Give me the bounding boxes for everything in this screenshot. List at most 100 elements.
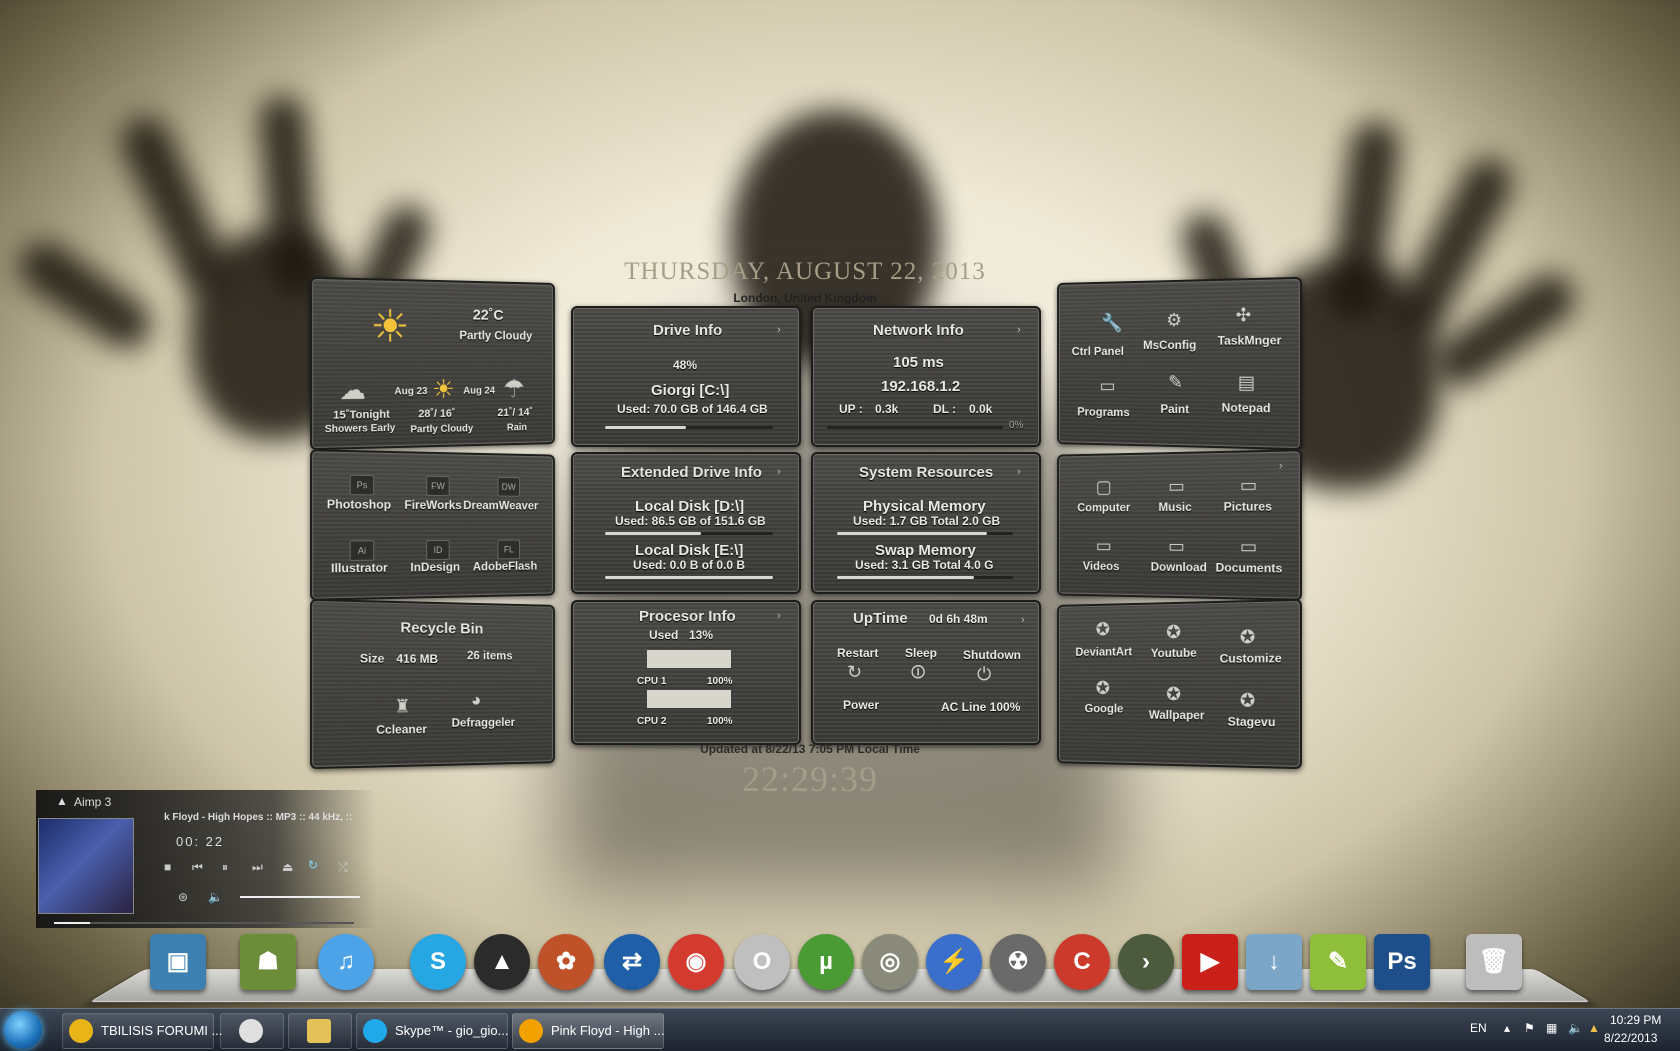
taskbar-item-opera[interactable] [220,1013,284,1049]
sleep-icon[interactable]: ⏼ [911,662,925,683]
uptime-panel[interactable]: UpTime 0d 6h 48m › Restart ↻ Sleep ⏼ Shu… [811,600,1041,745]
taskbar-item-chrome[interactable]: TBILISIS FORUMI ... [62,1013,222,1049]
skype-icon[interactable]: S [410,934,466,990]
repeat-icon[interactable]: ↻ [308,858,318,872]
google-label[interactable]: Google [1085,702,1124,716]
defrag-icon[interactable]: ◕ [471,690,481,711]
computer-label[interactable]: Computer [1077,500,1130,514]
illustrator-label[interactable]: Illustrator [331,561,388,576]
shuffle-icon[interactable]: ⤮ [338,860,348,875]
folders-launcher-panel[interactable]: › ▢ Computer ▭ Music ▭ Pictures ▭ Videos… [1057,449,1302,601]
terminal-icon[interactable]: › [1118,934,1174,990]
wallpaper-icon[interactable]: ✪ [1166,684,1181,705]
flashget-icon[interactable]: ⚡ [926,934,982,990]
ctrl-panel-label[interactable]: Ctrl Panel [1072,344,1124,358]
computer-icon[interactable]: ▢ [1096,477,1112,498]
youtube-label[interactable]: Youtube [1151,646,1197,660]
broom-icon[interactable]: ♜ [394,696,410,717]
msconfig-label[interactable]: MsConfig [1143,338,1196,352]
system-resources-panel[interactable]: System Resources › Physical Memory Used:… [811,452,1041,594]
eject-icon[interactable]: ⏏ [282,860,293,874]
pulse-icon[interactable]: ✣ [1236,305,1251,327]
volume-slider[interactable] [240,896,360,898]
chrome-icon[interactable]: ◉ [668,934,724,990]
chevron-right-icon[interactable]: › [1021,614,1025,626]
itunes-icon[interactable]: ♫ [318,934,374,990]
photoshop-icon[interactable]: Ps [1374,934,1430,990]
picasa-icon[interactable]: ✿ [538,934,594,990]
chevron-right-icon[interactable]: › [777,466,781,478]
flag-icon[interactable]: ⚑ [1524,1021,1535,1035]
power-icon[interactable]: ⏻ [977,664,991,685]
android-icon[interactable]: ☗ [240,934,296,990]
documents-label[interactable]: Documents [1216,560,1283,575]
adobeflash-label[interactable]: AdobeFlash [473,559,537,574]
ccleaner-label[interactable]: Ccleaner [376,722,427,737]
videos-label[interactable]: Videos [1083,559,1120,573]
adobeflash-icon[interactable]: FL [497,539,520,560]
stagevu-icon[interactable]: ✪ [1240,690,1255,712]
pictures-label[interactable]: Pictures [1224,499,1272,514]
clock-date[interactable]: 8/22/2013 [1604,1031,1657,1045]
burner-icon[interactable]: ☢ [990,934,1046,990]
notepad-label[interactable]: Notepad [1222,401,1271,416]
system-launcher-panel[interactable]: 🔧 Ctrl Panel ⚙ MsConfig ✣ TaskMnger ▭ Pr… [1057,276,1302,451]
music-label[interactable]: Music [1158,500,1191,514]
taskbar-item-explorer[interactable] [288,1013,352,1049]
drive-info-panel[interactable]: Drive Info › 48% Giorgi [C:\] Used: 70.0… [571,306,801,447]
youtube-icon[interactable]: ▶ [1182,934,1238,990]
trash-icon[interactable]: 🗑 [1466,934,1522,990]
teamviewer-icon[interactable]: ⇄ [604,934,660,990]
restart-icon[interactable]: ↻ [847,662,862,683]
network-icon[interactable]: ▦ [1546,1021,1557,1035]
weather-panel[interactable]: ☀ 22˚C Partly Cloudy ☁ Aug 23 ☀ Aug 24 ☂… [310,276,555,451]
folder-icon[interactable]: ▭ [1099,376,1115,397]
youtube-icon[interactable]: ✪ [1166,622,1181,643]
sleep-label[interactable]: Sleep [905,646,937,660]
shutdown-label[interactable]: Shutdown [963,648,1021,662]
google-icon[interactable]: ✪ [1096,678,1110,699]
taskbar-item-skype[interactable]: Skype™ - gio_gio... [356,1013,508,1049]
volume-icon[interactable]: 🔈 [208,890,223,904]
brush-icon[interactable]: ✎ [1168,372,1183,393]
customize-label[interactable]: Customize [1220,651,1282,666]
aimp-icon[interactable]: ▲ [474,934,530,990]
indesign-label[interactable]: InDesign [410,560,460,575]
chevron-right-icon[interactable]: › [1017,324,1021,336]
chevron-right-icon[interactable]: › [1279,460,1283,472]
fireworks-icon[interactable]: FW [426,475,450,497]
fireworks-label[interactable]: FireWorks [404,498,461,512]
downloads-icon[interactable]: ↓ [1246,934,1302,990]
radio-icon[interactable]: ⊛ [178,890,188,904]
volume-icon[interactable]: 🔈 [1568,1021,1583,1035]
chevron-right-icon[interactable]: › [777,610,781,622]
notes-icon[interactable]: ✎ [1310,934,1366,990]
processor-info-panel[interactable]: Procesor Info › Used 13% CPU 1 100% CPU … [571,600,801,745]
opera-icon[interactable]: O [734,934,790,990]
defrag-label[interactable]: Defraggeler [452,715,515,730]
notepad-icon[interactable]: ▤ [1238,372,1255,394]
seek-bar[interactable] [54,922,354,924]
ccleaner-icon[interactable]: C [1054,934,1110,990]
next-icon[interactable]: ⏭ [252,860,263,875]
recycle-bin-panel[interactable]: Recycle Bin Size 416 MB 26 items ♜ Cclea… [310,598,555,770]
folder-icon[interactable]: ▭ [1096,536,1112,557]
web-launcher-panel[interactable]: ✪ DeviantArt ✪ Youtube ✪ Customize ✪ Goo… [1057,598,1302,770]
pause-icon[interactable]: ⏸ [222,860,228,875]
language-indicator[interactable]: EN [1470,1021,1487,1035]
chevron-right-icon[interactable]: › [777,324,781,336]
deviantart-label[interactable]: DeviantArt [1075,645,1132,659]
folder-icon[interactable]: ▭ [1240,536,1257,558]
dreamweaver-label[interactable]: DreamWeaver [463,498,538,512]
wallpaper-label[interactable]: Wallpaper [1149,708,1205,723]
photoshop-label[interactable]: Photoshop [327,497,391,512]
stop-icon[interactable]: ■ [164,860,171,874]
folder-icon[interactable]: ▭ [1168,476,1185,497]
taskbar-item-aimp[interactable]: Pink Floyd - High ... [512,1013,664,1049]
dreamweaver-icon[interactable]: DW [497,476,520,497]
clock-time[interactable]: 10:29 PM [1610,1013,1661,1027]
previous-icon[interactable]: ⏮ [192,860,203,875]
adobe-launcher-panel[interactable]: Ps Photoshop FW FireWorks DW DreamWeaver… [310,449,555,601]
computer-icon[interactable]: ▣ [150,934,206,990]
start-button[interactable] [4,1011,42,1049]
